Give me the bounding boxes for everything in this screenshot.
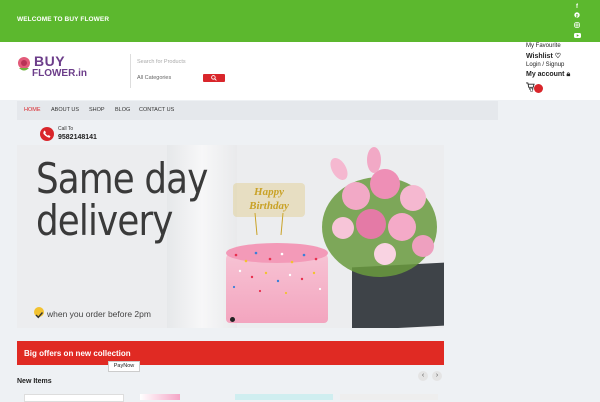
site-logo[interactable]: BUY FLOWER.in bbox=[16, 50, 88, 82]
facebook-icon[interactable]: f bbox=[572, 2, 582, 12]
rose bbox=[356, 209, 386, 239]
lily bbox=[326, 155, 352, 183]
search-icon bbox=[211, 75, 217, 81]
rose bbox=[374, 243, 396, 265]
call-label: Call To bbox=[58, 126, 74, 132]
my-account-link[interactable]: My account 🔒︎ bbox=[526, 71, 570, 79]
banner-headline-line2: delivery bbox=[36, 196, 173, 245]
nav-contact-us[interactable]: CONTACT US bbox=[139, 107, 174, 113]
call-number[interactable]: 9582148141 bbox=[58, 134, 97, 141]
lock-icon: 🔒︎ bbox=[566, 71, 571, 78]
product-card[interactable] bbox=[340, 394, 438, 400]
paynow-button[interactable]: PayNow bbox=[108, 361, 140, 372]
phone-icon bbox=[40, 127, 54, 141]
logo-text-site: FLOWER.in bbox=[32, 68, 87, 79]
new-items-heading: New Items bbox=[17, 378, 52, 385]
rose bbox=[332, 217, 354, 239]
next-arrow-button[interactable]: › bbox=[432, 371, 442, 381]
offer-bar: Big offers on new collection bbox=[17, 341, 444, 365]
cake-topper: Happy Birthday bbox=[233, 183, 305, 235]
product-card[interactable] bbox=[140, 394, 180, 400]
lily bbox=[367, 147, 381, 173]
my-favourite-link[interactable]: My Favourite bbox=[526, 43, 561, 49]
slider-dot-active[interactable] bbox=[230, 317, 235, 322]
rose bbox=[342, 182, 370, 210]
offer-text: Big offers on new collection bbox=[24, 349, 131, 358]
cart-count: 0 bbox=[530, 88, 534, 94]
banner-headline-line1: Same day bbox=[36, 154, 208, 203]
hero-banner[interactable]: Same day delivery Happy Birthday when yo… bbox=[17, 145, 444, 328]
check-badge-icon bbox=[34, 307, 44, 319]
login-signup-link[interactable]: Login / Signup bbox=[526, 62, 564, 68]
search-input[interactable] bbox=[131, 56, 247, 68]
rose bbox=[388, 213, 416, 241]
banner-note: when you order before 2pm bbox=[47, 309, 151, 319]
product-card[interactable] bbox=[24, 394, 124, 402]
flower-logo-icon bbox=[18, 57, 30, 71]
search-button[interactable] bbox=[203, 74, 225, 82]
nav-about-us[interactable]: ABOUT US bbox=[51, 107, 79, 113]
header bbox=[0, 42, 600, 100]
bouquet-image bbox=[312, 147, 444, 328]
rose bbox=[370, 169, 400, 199]
cart-badge bbox=[534, 84, 543, 93]
youtube-icon[interactable] bbox=[572, 32, 582, 42]
social-links: f p bbox=[572, 2, 582, 42]
top-bar: WELCOME TO BUY FLOWER f p bbox=[0, 0, 600, 42]
rose bbox=[412, 235, 434, 257]
welcome-text: WELCOME TO BUY FLOWER bbox=[17, 16, 110, 23]
category-select[interactable]: All Categories bbox=[137, 75, 171, 81]
main-nav: HOME ABOUT US SHOP BLOG CONTACT US bbox=[17, 101, 498, 120]
rose bbox=[400, 185, 426, 211]
logo-text-buy: BUY bbox=[34, 53, 66, 69]
heart-icon: ♡ bbox=[554, 53, 562, 60]
wishlist-label: Wishlist bbox=[526, 53, 553, 60]
my-account-label: My account bbox=[526, 71, 565, 78]
cart-button[interactable]: 0 bbox=[526, 82, 544, 96]
nav-shop[interactable]: SHOP bbox=[89, 107, 105, 113]
cake-topper-text: Happy Birthday bbox=[249, 186, 289, 212]
instagram-icon[interactable] bbox=[572, 22, 582, 32]
svg-text:p: p bbox=[576, 13, 579, 18]
prev-arrow-button[interactable]: ‹ bbox=[418, 371, 428, 381]
wishlist-link[interactable]: Wishlist ♡ bbox=[526, 52, 561, 60]
nav-home[interactable]: HOME bbox=[24, 107, 41, 113]
product-card[interactable] bbox=[235, 394, 333, 400]
pinterest-icon[interactable]: p bbox=[572, 12, 582, 22]
nav-blog[interactable]: BLOG bbox=[115, 107, 130, 113]
